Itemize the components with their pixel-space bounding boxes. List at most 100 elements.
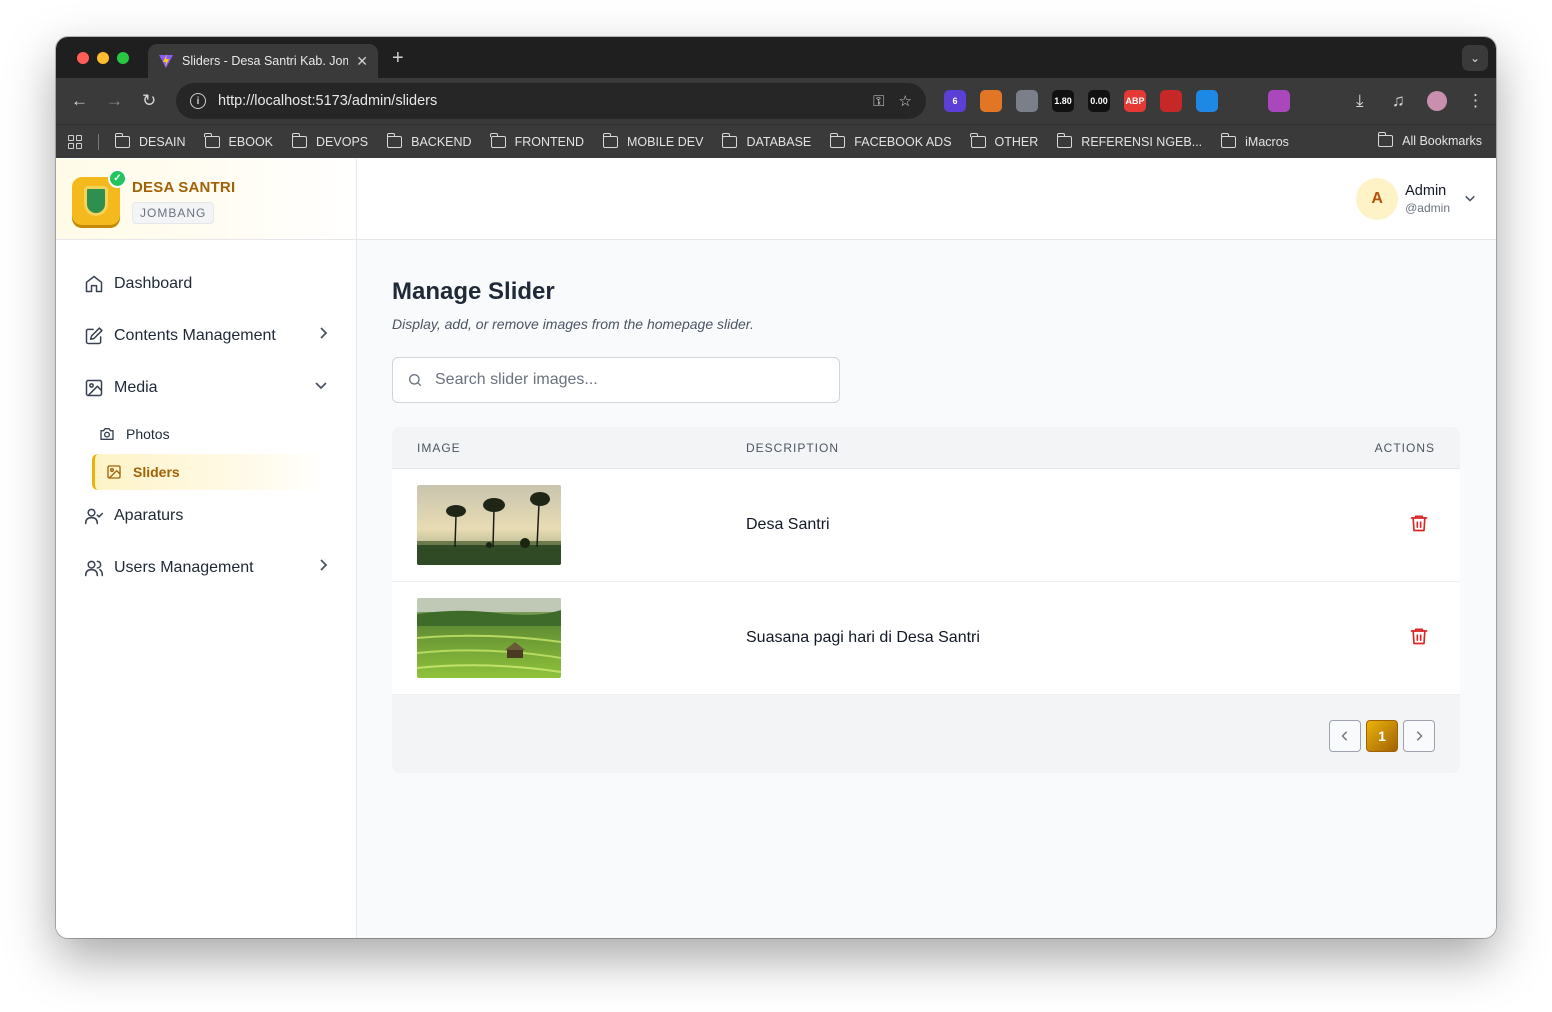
url-text[interactable]: http://localhost:5173/admin/sliders (218, 93, 859, 109)
ext-cloud-icon[interactable] (1016, 90, 1038, 112)
bookmark-folder[interactable]: REFERENSI NGEB... (1056, 132, 1203, 149)
brand-region-badge: JOMBANG (132, 202, 215, 224)
tab-search-button[interactable]: ⌄ (1462, 45, 1488, 71)
apps-grid-icon[interactable] (68, 134, 82, 149)
back-icon[interactable]: ← (71, 91, 88, 111)
chevron-right-icon (318, 558, 328, 575)
sidebar-item-aparaturs[interactable]: Aparaturs (56, 490, 356, 542)
page-number-button[interactable]: 1 (1366, 720, 1398, 752)
minimize-window-button[interactable] (97, 52, 109, 64)
extensions-bar: 6 1.80 0.00 ABP (944, 90, 1326, 112)
ext-metric-1-icon[interactable]: 1.80 (1052, 90, 1074, 112)
extension-badge-label: 0.00 (1090, 96, 1108, 106)
reload-icon[interactable]: ↻ (142, 91, 156, 111)
sidebar-item-media[interactable]: Media (56, 362, 356, 414)
bookmark-star-icon[interactable]: ☆ (899, 92, 912, 110)
ext-block-icon[interactable] (1160, 90, 1182, 112)
home-icon (84, 274, 104, 294)
bookmark-label: iMacros (1245, 134, 1289, 149)
slider-description: Desa Santri (746, 516, 830, 533)
sidebar-item-sliders[interactable]: Sliders (92, 454, 328, 490)
sidebar-item-label: Users Management (114, 559, 254, 576)
bookmarks-bar: DESAIN EBOOK DEVOPS BACKEND FRONTEND MOBILE D… (56, 124, 1496, 158)
ext-fox-icon[interactable] (980, 90, 1002, 112)
sidebar-item-label: Photos (126, 426, 170, 442)
bookmark-folder[interactable]: BACKEND (386, 132, 472, 149)
password-key-icon[interactable]: ⚿ (873, 93, 884, 110)
folder-icon (490, 132, 506, 148)
page-title: Manage Slider (392, 278, 555, 305)
folder-icon (291, 132, 308, 148)
folder-icon (204, 132, 220, 148)
slider-thumbnail[interactable] (417, 598, 561, 678)
sidebar-item-dashboard[interactable]: Dashboard (56, 258, 356, 310)
sidebar-item-label: Sliders (133, 464, 180, 480)
ext-screenshot-icon[interactable] (1232, 90, 1254, 112)
folder-icon (970, 132, 986, 148)
bookmark-label: OTHER (994, 134, 1039, 149)
next-page-button[interactable] (1403, 720, 1435, 752)
column-header-image: IMAGE (417, 440, 461, 455)
bookmark-folder[interactable]: DEVOPS (291, 132, 369, 149)
page-subtitle: Display, add, or remove images from the … (392, 316, 754, 332)
address-bar[interactable]: i http://localhost:5173/admin/sliders ⚿ … (176, 83, 926, 119)
tab-strip: Sliders - Desa Santri Kab. Jombang ✕ + ⌄ (56, 37, 1496, 78)
bookmark-folder[interactable]: EBOOK (204, 132, 273, 149)
bookmark-folder[interactable]: FACEBOOK ADS (829, 132, 952, 149)
slider-table: IMAGE DESCRIPTION ACTIONS Desa Santri Su… (392, 427, 1460, 773)
bookmark-folder[interactable]: DESAIN (114, 132, 186, 149)
previous-page-button[interactable] (1329, 720, 1361, 752)
bookmark-label: REFERENSI NGEB... (1081, 134, 1203, 149)
site-info-icon[interactable]: i (190, 93, 206, 109)
forward-icon[interactable]: → (106, 91, 123, 111)
user-name: Admin (1405, 183, 1447, 199)
ext-color-icon[interactable] (1268, 90, 1290, 112)
download-icon[interactable]: ⤓ (1356, 91, 1364, 111)
bookmark-folder[interactable]: OTHER (970, 132, 1039, 149)
folder-icon (602, 132, 619, 148)
all-bookmarks-button[interactable]: All Bookmarks (1377, 132, 1482, 148)
maximize-window-button[interactable] (117, 52, 129, 64)
bookmark-folder[interactable]: MOBILE DEV (602, 132, 703, 149)
browser-toolbar: ← → ↻ i http://localhost:5173/admin/slid… (56, 78, 1496, 124)
folder-icon (721, 132, 738, 148)
verified-check-icon: ✓ (108, 169, 127, 188)
tab-title: Sliders - Desa Santri Kab. Jombang (182, 54, 349, 68)
brand-header: ✓ DESA SANTRI JOMBANG (56, 159, 356, 240)
bookmark-folder[interactable]: iMacros (1220, 132, 1289, 149)
ext-puzzle-icon[interactable] (1304, 90, 1326, 112)
bookmark-folder[interactable]: FRONTEND (490, 132, 584, 149)
profile-avatar-icon[interactable] (1427, 91, 1447, 111)
sidebar-item-photos[interactable]: Photos (56, 414, 356, 454)
main-content: Manage Slider Display, add, or remove im… (392, 278, 1460, 773)
ext-lcp-icon[interactable]: 0.00 (1088, 90, 1110, 112)
close-window-button[interactable] (77, 52, 89, 64)
window-controls (77, 52, 129, 64)
bookmark-label: DEVOPS (316, 134, 369, 149)
sidebar-item-label: Media (114, 379, 158, 396)
trash-icon[interactable] (1409, 513, 1429, 533)
sidebar-item-contents-management[interactable]: Contents Management (56, 310, 356, 362)
sidebar-item-users-management[interactable]: Users Management (56, 542, 356, 594)
user-check-icon (84, 506, 104, 526)
ext-abp-icon[interactable]: ABP (1124, 90, 1146, 112)
user-handle: @admin (1405, 201, 1450, 215)
media-control-icon[interactable]: ♫ (1392, 91, 1405, 111)
ext-badge-6-icon[interactable]: 6 (944, 90, 966, 112)
slider-thumbnail[interactable] (417, 485, 561, 565)
sidebar-item-label: Aparaturs (114, 507, 184, 524)
browser-tab[interactable]: Sliders - Desa Santri Kab. Jombang ✕ (148, 44, 378, 78)
close-tab-icon[interactable]: ✕ (356, 53, 368, 70)
chevron-down-icon (1464, 192, 1476, 207)
trash-icon[interactable] (1409, 626, 1429, 646)
bookmark-label: DATABASE (746, 134, 812, 149)
column-header-description: DESCRIPTION (746, 440, 840, 455)
sidebar-item-label: Contents Management (114, 327, 276, 344)
bookmark-folder[interactable]: DATABASE (721, 132, 812, 149)
new-tab-button[interactable]: + (392, 47, 404, 70)
user-menu[interactable]: A Admin @admin (1356, 178, 1476, 220)
browser-menu-icon[interactable]: ⋮ (1467, 91, 1484, 111)
search-input[interactable] (435, 371, 815, 389)
ext-doc-icon[interactable] (1196, 90, 1218, 112)
browser-window: Sliders - Desa Santri Kab. Jombang ✕ + ⌄… (56, 37, 1496, 938)
